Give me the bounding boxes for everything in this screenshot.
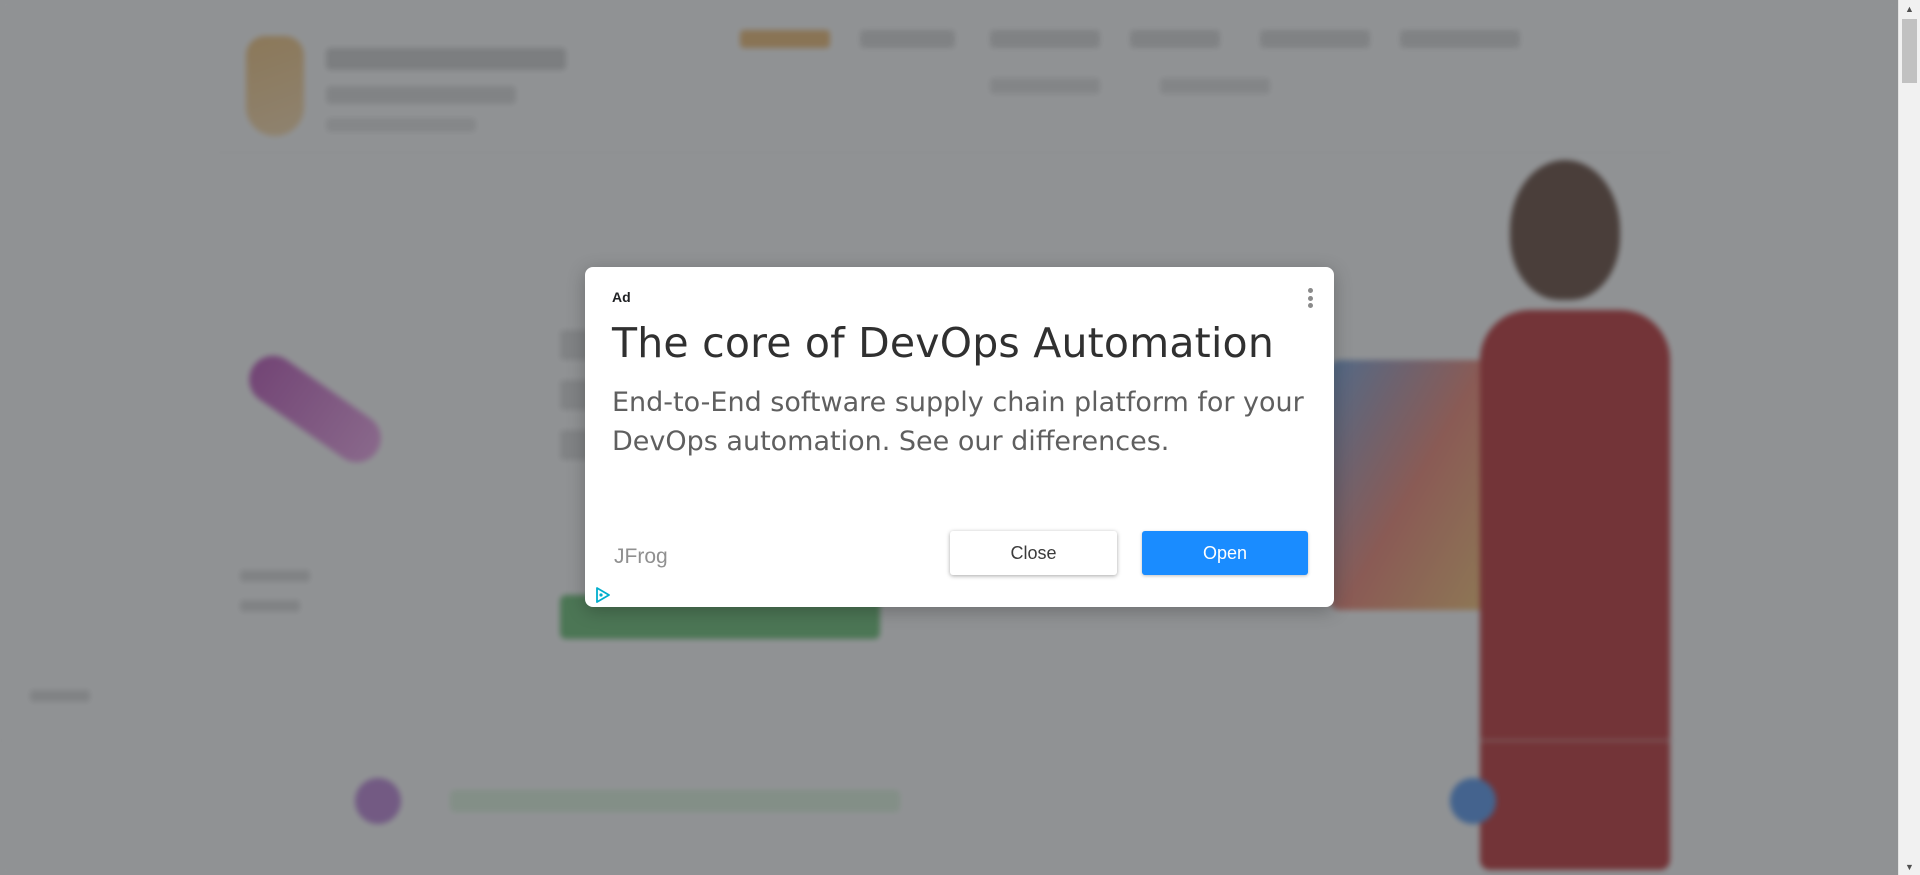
close-button[interactable]: Close: [950, 531, 1117, 575]
scroll-down-arrow-icon[interactable]: ▼: [1899, 858, 1920, 875]
interstitial-ad-dialog: Ad The core of DevOps Automation End-to-…: [585, 267, 1334, 607]
ad-label: Ad: [612, 289, 631, 305]
vertical-scrollbar[interactable]: ▲ ▼: [1898, 0, 1920, 875]
ad-advertiser-name[interactable]: JFrog: [614, 545, 668, 569]
vertical-dots-icon[interactable]: [1304, 285, 1316, 311]
adchoices-triangle-icon[interactable]: [594, 586, 612, 604]
scrollbar-thumb[interactable]: [1902, 19, 1917, 83]
ad-description[interactable]: End-to-End software supply chain platfor…: [612, 383, 1312, 461]
scroll-up-arrow-icon[interactable]: ▲: [1899, 0, 1920, 17]
open-button[interactable]: Open: [1142, 531, 1308, 575]
ad-headline[interactable]: The core of DevOps Automation: [612, 319, 1274, 367]
